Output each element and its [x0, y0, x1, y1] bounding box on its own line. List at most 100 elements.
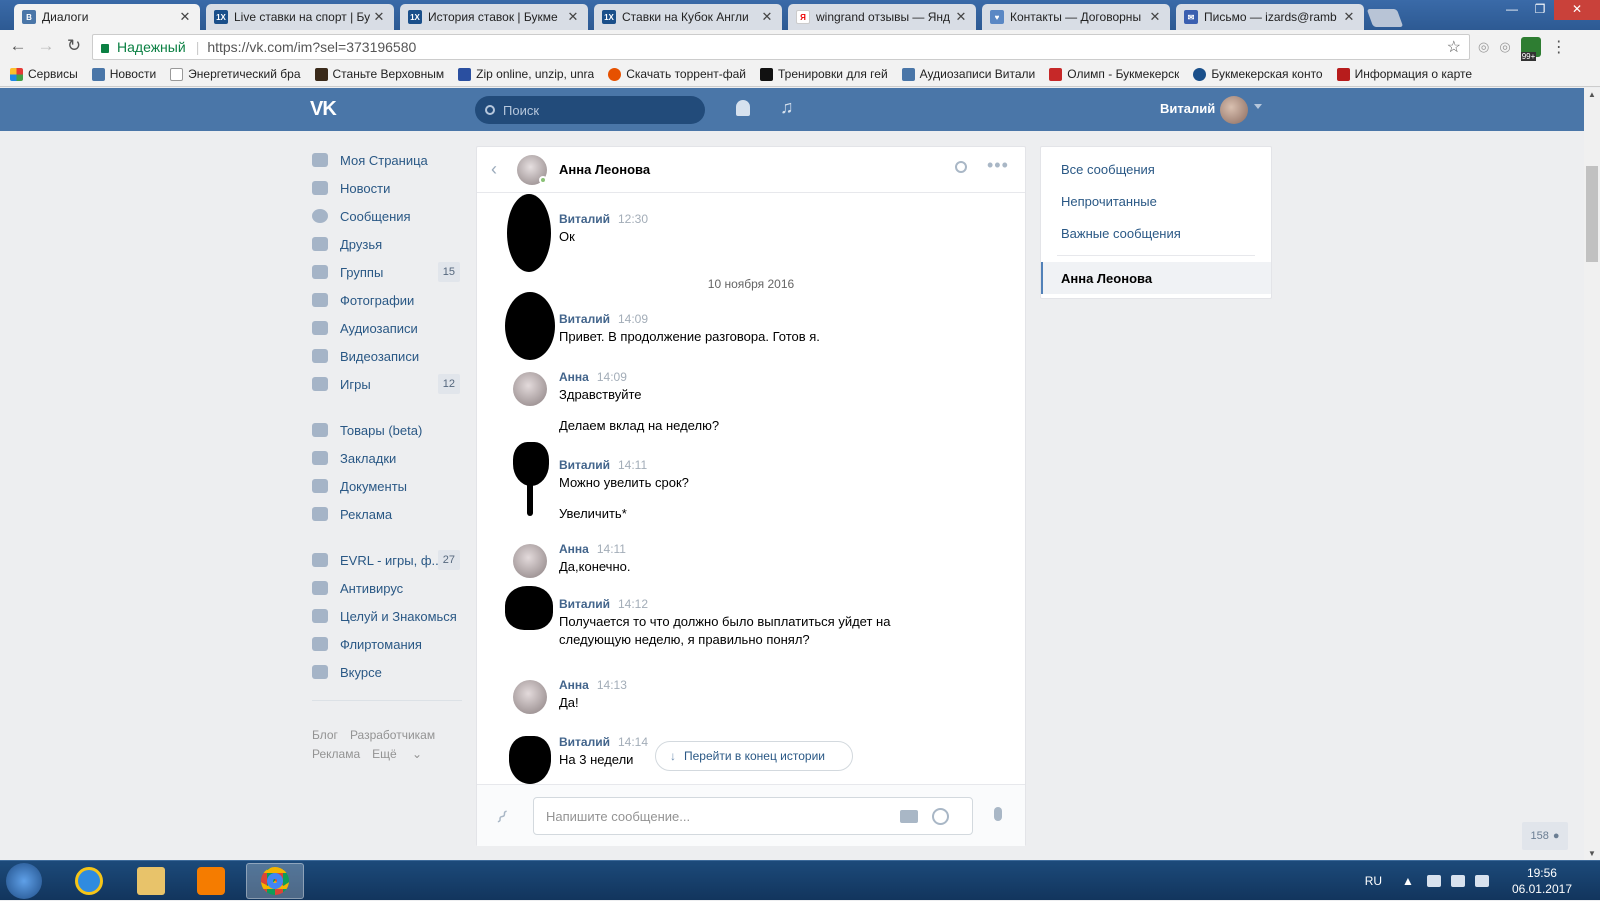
paperclip-icon[interactable]: ⌇: [491, 807, 512, 829]
filter-unread[interactable]: Непрочитанные: [1041, 185, 1271, 217]
avatar[interactable]: [513, 544, 547, 578]
close-icon[interactable]: ✕: [1342, 9, 1356, 25]
menu-item-app-kiss[interactable]: Целуй и Знакомься: [312, 602, 462, 630]
filter-all-messages[interactable]: Все сообщения: [1041, 153, 1271, 185]
bookmark-olimp[interactable]: Олимп - Букмекерск: [1049, 67, 1179, 81]
search-input[interactable]: Поиск: [475, 96, 705, 124]
bookmark-star-icon[interactable]: ☆: [1447, 37, 1461, 57]
bookmark-training[interactable]: Тренировки для гей: [760, 67, 888, 81]
camera-icon[interactable]: [900, 810, 918, 823]
close-icon[interactable]: ✕: [178, 9, 192, 25]
back-chevron-icon[interactable]: ‹: [491, 159, 497, 180]
message-author[interactable]: Виталий 14:12: [559, 597, 648, 611]
scroll-up-icon[interactable]: ▲: [1588, 90, 1596, 99]
menu-item-app-evrl[interactable]: EVRL - игры, ф... 27: [312, 546, 462, 574]
close-icon[interactable]: ✕: [954, 9, 968, 25]
avatar[interactable]: [513, 680, 547, 714]
tab-yandex[interactable]: Я wingrand отзывы — Янд ✕: [788, 4, 976, 30]
tab-dialogs[interactable]: В Диалоги ✕: [14, 4, 200, 30]
message-author[interactable]: Виталий 14:11: [559, 458, 647, 472]
selected-dialog[interactable]: Анна Леонова: [1041, 262, 1271, 294]
bookmark-torrent[interactable]: Скачать торрент-фай: [608, 67, 746, 81]
avatar[interactable]: [509, 736, 551, 784]
page-scrollbar[interactable]: ▲ ▼: [1584, 88, 1600, 860]
close-icon[interactable]: ✕: [566, 9, 580, 25]
maximize-icon[interactable]: ❐: [1526, 0, 1554, 20]
tab-bet-history[interactable]: 1X История ставок | Букме ✕: [400, 4, 588, 30]
menu-item-goods[interactable]: Товары (beta): [312, 416, 462, 444]
online-counter-button[interactable]: 158 ●: [1522, 822, 1568, 850]
tab-england-cup[interactable]: 1X Ставки на Кубок Англи ✕: [594, 4, 782, 30]
reload-icon[interactable]: ↻: [60, 36, 88, 56]
clock[interactable]: 19:56 06.01.2017: [1512, 865, 1572, 897]
taskbar-chrome[interactable]: [246, 863, 304, 899]
taskbar-media-player[interactable]: [184, 863, 238, 899]
bookmark-energy[interactable]: Энергетический бра: [170, 67, 301, 81]
menu-item-friends[interactable]: Друзья: [312, 230, 462, 258]
taskbar-explorer[interactable]: [124, 863, 178, 899]
forward-arrow-icon[interactable]: →: [32, 36, 60, 56]
menu-kebab-icon[interactable]: ⋮: [1551, 37, 1567, 57]
start-button[interactable]: [6, 863, 42, 899]
menu-item-video[interactable]: Видеозаписи: [312, 342, 462, 370]
footer-link-ads[interactable]: Реклама: [312, 747, 360, 761]
close-icon[interactable]: ✕: [372, 9, 386, 25]
message-author[interactable]: Виталий 14:09: [559, 312, 648, 326]
footer-link-blog[interactable]: Блог: [312, 728, 338, 742]
menu-item-my-page[interactable]: Моя Страница: [312, 146, 462, 174]
avatar[interactable]: [505, 586, 553, 630]
menu-item-games[interactable]: Игры 12: [312, 370, 462, 398]
menu-item-messages[interactable]: Сообщения: [312, 202, 462, 230]
more-dots-icon[interactable]: •••: [987, 155, 1009, 176]
close-icon[interactable]: ✕: [1148, 9, 1162, 25]
window-close-icon[interactable]: ✕: [1554, 0, 1600, 20]
scrollbar-thumb[interactable]: [1586, 166, 1598, 262]
filter-important[interactable]: Важные сообщения: [1041, 217, 1271, 249]
menu-item-documents[interactable]: Документы: [312, 472, 462, 500]
minimize-icon[interactable]: —: [1498, 0, 1526, 20]
chevron-down-icon[interactable]: [1254, 104, 1262, 109]
secure-indicator[interactable]: Надежный: [101, 39, 186, 55]
new-tab-button[interactable]: [1366, 9, 1404, 27]
footer-link-more[interactable]: Ещё ⌄: [372, 747, 422, 761]
microphone-icon[interactable]: [994, 807, 1002, 821]
menu-item-groups[interactable]: Группы 15: [312, 258, 462, 286]
message-list[interactable]: Виталий 12:30 Ок 10 ноября 2016 Виталий 14…: [477, 194, 1025, 784]
menu-item-bookmarks[interactable]: Закладки: [312, 444, 462, 472]
network-icon[interactable]: [1450, 875, 1465, 887]
address-bar[interactable]: Надежный | https://vk.com/im?sel=3731965…: [92, 34, 1470, 60]
jump-to-end-button[interactable]: ↓ Перейти в конец истории: [655, 741, 853, 771]
message-input[interactable]: Напишите сообщение...: [533, 797, 973, 835]
volume-icon[interactable]: [1474, 875, 1489, 887]
menu-item-app-antivirus[interactable]: Антивирус: [312, 574, 462, 602]
chat-contact-name[interactable]: Анна Леонова: [559, 162, 650, 177]
menu-item-app-vkurse[interactable]: Вкурсе: [312, 658, 462, 686]
tab-contacts[interactable]: ♥ Контакты — Договорны ✕: [982, 4, 1170, 30]
tray-expand-icon[interactable]: ▲: [1402, 874, 1414, 888]
message-author[interactable]: Виталий 12:30: [559, 212, 648, 226]
search-icon[interactable]: [955, 161, 967, 173]
message-author[interactable]: Анна 14:09: [559, 370, 627, 384]
avatar[interactable]: [513, 372, 547, 406]
menu-item-audio[interactable]: Аудиозаписи: [312, 314, 462, 342]
bookmark-supreme[interactable]: Станьте Верховным: [314, 67, 444, 81]
extension-icon[interactable]: ◎: [1499, 39, 1510, 55]
message-author[interactable]: Анна 14:13: [559, 678, 627, 692]
menu-item-ads[interactable]: Реклама: [312, 500, 462, 528]
menu-item-news[interactable]: Новости: [312, 174, 462, 202]
flag-icon[interactable]: [1426, 875, 1441, 887]
bookmark-card-info[interactable]: Информация о карте: [1336, 67, 1472, 81]
vk-logo-icon[interactable]: VK: [310, 98, 344, 120]
extension-badge-icon[interactable]: 99+: [1520, 37, 1541, 61]
avatar[interactable]: [507, 194, 551, 272]
footer-link-developers[interactable]: Разработчикам: [350, 728, 435, 742]
scroll-down-icon[interactable]: ▼: [1588, 849, 1596, 858]
language-indicator[interactable]: RU: [1365, 874, 1382, 888]
avatar[interactable]: [1220, 96, 1248, 124]
bookmark-audio[interactable]: Аудиозаписи Витали: [901, 67, 1035, 81]
menu-item-photos[interactable]: Фотографии: [312, 286, 462, 314]
bookmark-news[interactable]: Новости: [91, 67, 156, 81]
extension-icon[interactable]: ◎: [1478, 39, 1489, 55]
smile-icon[interactable]: [932, 808, 949, 825]
bookmark-zip[interactable]: Zip online, unzip, unra: [458, 67, 594, 81]
